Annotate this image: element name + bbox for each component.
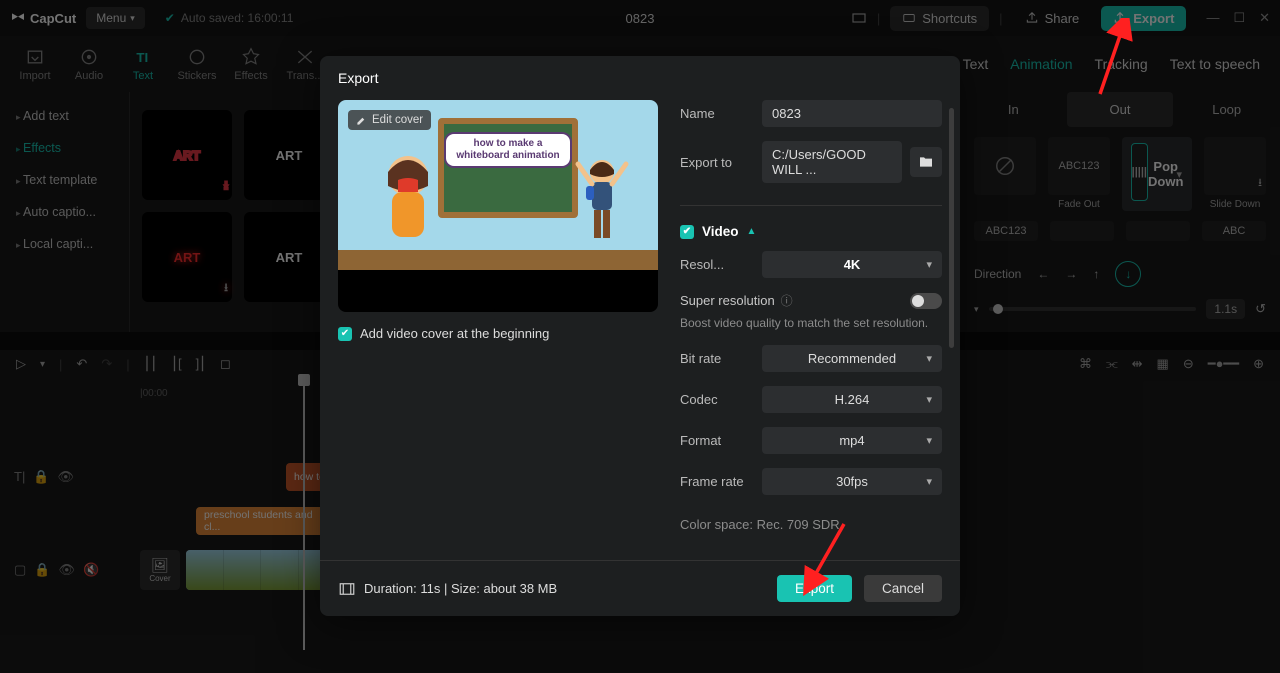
pencil-icon xyxy=(356,115,367,126)
dialog-cancel-button[interactable]: Cancel xyxy=(864,575,942,602)
dialog-title: Export xyxy=(320,56,960,100)
codec-label: Codec xyxy=(680,392,762,407)
super-sublabel: Boost video quality to match the set res… xyxy=(680,315,942,331)
bitrate-select[interactable]: Recommended xyxy=(762,345,942,372)
dialog-right: Name 0823 Export to C:/Users/GOOD WILL .… xyxy=(680,100,942,560)
collapse-icon[interactable]: ▲ xyxy=(747,226,757,237)
super-resolution-toggle[interactable] xyxy=(910,293,942,309)
folder-icon xyxy=(918,154,934,170)
dialog-left: how to make a whiteboard animation xyxy=(338,100,658,560)
exportto-label: Export to xyxy=(680,155,762,170)
cover-preview: how to make a whiteboard animation xyxy=(338,100,658,312)
framerate-label: Frame rate xyxy=(680,474,762,489)
duration-label: Duration: 11s | Size: about 38 MB xyxy=(364,581,557,596)
edit-cover-button[interactable]: Edit cover xyxy=(348,110,431,130)
dialog-footer: Duration: 11s | Size: about 38 MB Export… xyxy=(320,560,960,616)
video-checkbox[interactable]: ✔ xyxy=(680,225,694,239)
format-label: Format xyxy=(680,433,762,448)
resolution-label: Resol... xyxy=(680,257,762,272)
checkbox-icon[interactable]: ✔ xyxy=(338,327,352,341)
name-label: Name xyxy=(680,106,762,121)
add-cover-checkbox-row[interactable]: ✔ Add video cover at the beginning xyxy=(338,326,658,341)
name-input[interactable]: 0823 xyxy=(762,100,942,127)
dialog-scrollbar[interactable] xyxy=(949,108,954,348)
film-icon xyxy=(338,580,356,598)
format-select[interactable]: mp4 xyxy=(762,427,942,454)
super-label: Super resolution xyxy=(680,293,775,308)
browse-folder-button[interactable] xyxy=(910,147,942,177)
dialog-export-button[interactable]: Export xyxy=(777,575,852,602)
cover-caption: how to make a whiteboard animation xyxy=(446,134,570,166)
framerate-select[interactable]: 30fps xyxy=(762,468,942,495)
bitrate-label: Bit rate xyxy=(680,351,762,366)
boy-illustration xyxy=(572,152,632,262)
colorspace-label: Color space: Rec. 709 SDR xyxy=(680,517,942,532)
info-icon[interactable]: ⓘ xyxy=(781,292,793,309)
girl-illustration xyxy=(368,152,448,262)
exportto-input[interactable]: C:/Users/GOOD WILL ... xyxy=(762,141,902,183)
codec-select[interactable]: H.264 xyxy=(762,386,942,413)
export-dialog: Export how to make a whiteboard animatio… xyxy=(320,56,960,616)
resolution-select[interactable]: 4K xyxy=(762,251,942,278)
